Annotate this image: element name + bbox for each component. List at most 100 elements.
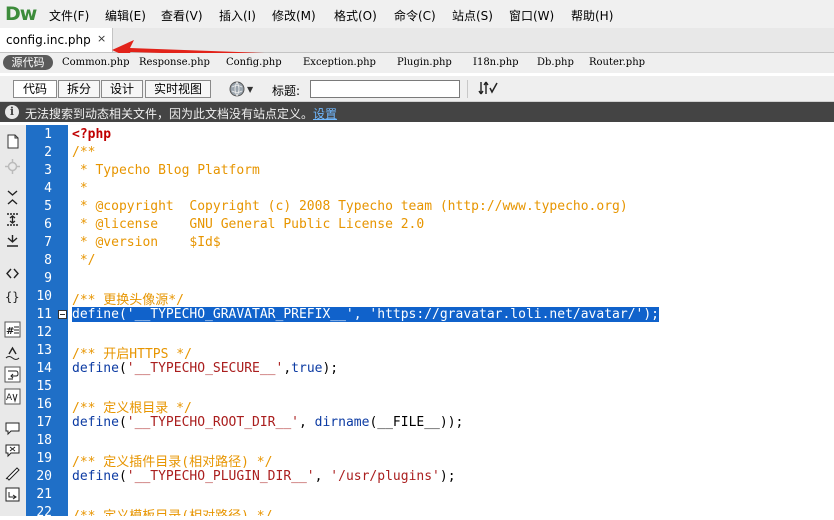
line-number: 15 <box>36 379 52 394</box>
code-line: * @version $Id$ <box>72 235 221 250</box>
code-token: * Typecho Blog Platform <box>72 163 260 178</box>
code-token: /** 定义模板目录(相对路径) */ <box>72 509 272 516</box>
line-numbers-icon[interactable]: # <box>4 321 21 338</box>
apply-comment-icon[interactable] <box>4 420 21 437</box>
svg-text:{}: {} <box>5 290 19 304</box>
line-number: 11 <box>36 307 52 322</box>
code-token: /** 开启HTTPS */ <box>72 347 192 362</box>
code-token: /** <box>72 145 96 160</box>
show-code-navigator-icon[interactable] <box>4 158 21 175</box>
code-token: /** 定义根目录 */ <box>72 401 192 416</box>
related-file-exception[interactable]: Exception.php <box>303 57 376 68</box>
chevron-down-icon[interactable]: ▼ <box>247 85 253 94</box>
code-token: '__TYPECHO_ROOT_DIR__' <box>126 415 299 430</box>
related-file-plugin[interactable]: Plugin.php <box>397 57 452 68</box>
line-number: 7 <box>44 235 52 250</box>
title-input[interactable] <box>310 80 460 98</box>
svg-text:#: # <box>6 326 14 337</box>
related-file-i18n[interactable]: I18n.php <box>473 57 519 68</box>
code-token: * <box>72 181 88 196</box>
menu-format[interactable]: 格式(O) <box>334 7 377 24</box>
svg-text:A: A <box>6 393 13 403</box>
coding-toolbar: {} # A <box>0 125 27 516</box>
line-number: 1 <box>44 127 52 142</box>
code-line: /** 定义插件目录(相对路径) */ <box>72 451 272 470</box>
line-number: 8 <box>44 253 52 268</box>
menu-edit[interactable]: 编辑(E) <box>105 7 146 24</box>
balance-braces-icon[interactable]: {} <box>4 288 21 305</box>
related-file-response[interactable]: Response.php <box>139 57 210 68</box>
code-line: /** 开启HTTPS */ <box>72 343 192 362</box>
line-number: 14 <box>36 361 52 376</box>
code-line: /** 定义模板目录(相对路径) */ <box>72 505 272 516</box>
code-token: ( <box>118 469 127 484</box>
menu-modify[interactable]: 修改(M) <box>272 7 316 24</box>
menu-bar: Dw 文件(F) 编辑(E) 查看(V) 插入(I) 修改(M) 格式(O) 命… <box>0 0 834 29</box>
code-line: /** <box>72 145 95 160</box>
menu-insert[interactable]: 插入(I) <box>219 7 256 24</box>
code-line: /** 定义根目录 */ <box>72 397 192 416</box>
wrap-tag-icon[interactable] <box>4 464 21 481</box>
related-file-config[interactable]: Config.php <box>226 57 282 68</box>
syntax-coloring-icon[interactable]: A <box>4 388 21 405</box>
menu-site[interactable]: 站点(S) <box>452 7 493 24</box>
menu-window[interactable]: 窗口(W) <box>509 7 554 24</box>
setup-link[interactable]: 设置 <box>313 107 337 121</box>
collapse-selection-icon[interactable] <box>4 211 21 228</box>
design-view-button[interactable]: 设计 <box>101 80 143 98</box>
live-view-button[interactable]: 实时视图 <box>145 80 211 98</box>
document-toolbar: 代码 拆分 设计 实时视图 ▼ 标题: <box>0 76 834 102</box>
code-token: * @version $Id$ <box>72 235 221 250</box>
recent-snippets-icon[interactable] <box>4 486 21 503</box>
open-documents-icon[interactable] <box>4 133 21 150</box>
collapse-full-tag-icon[interactable] <box>4 189 21 206</box>
line-number: 21 <box>36 487 52 502</box>
code-line: define('__TYPECHO_SECURE__',true); <box>72 361 338 376</box>
collapse-line-icon[interactable] <box>58 310 67 319</box>
code-token: , <box>283 361 292 376</box>
expand-all-icon[interactable] <box>4 233 21 250</box>
code-line: <?php <box>72 127 111 142</box>
info-message-text: 无法搜索到动态相关文件，因为此文档没有站点定义。 <box>25 107 314 121</box>
remove-comment-icon[interactable] <box>4 442 21 459</box>
code-token: define <box>72 415 119 430</box>
related-file-common[interactable]: Common.php <box>62 57 130 68</box>
line-number: 19 <box>36 451 52 466</box>
line-number: 6 <box>44 217 52 232</box>
code-editor[interactable]: <?php /** * Typecho Blog Platform * * @co… <box>68 125 834 516</box>
menu-file[interactable]: 文件(F) <box>49 7 89 24</box>
line-number: 3 <box>44 163 52 178</box>
file-management-icon[interactable] <box>478 79 498 97</box>
highlight-invalid-code-icon[interactable] <box>4 344 21 361</box>
code-token: dirname <box>314 415 370 430</box>
code-line: * Typecho Blog Platform <box>72 163 260 178</box>
line-number: 18 <box>36 433 52 448</box>
menu-view[interactable]: 查看(V) <box>161 7 203 24</box>
line-number: 20 <box>36 469 52 484</box>
code-line: * @license GNU General Public License 2.… <box>72 217 424 232</box>
code-token: <?php <box>72 127 112 142</box>
code-token: ); <box>322 361 339 376</box>
menu-help[interactable]: 帮助(H) <box>571 7 613 24</box>
document-tab[interactable]: config.inc.php × <box>0 28 113 52</box>
code-line: */ <box>72 253 96 268</box>
related-file-db[interactable]: Db.php <box>537 57 574 68</box>
close-icon[interactable]: × <box>97 32 106 45</box>
source-code-button[interactable]: 源代码 <box>3 55 53 70</box>
related-file-router[interactable]: Router.php <box>589 57 645 68</box>
toolbar-separator <box>467 80 468 98</box>
menu-commands[interactable]: 命令(C) <box>394 7 436 24</box>
select-parent-tag-icon[interactable] <box>4 265 21 282</box>
code-token: ); <box>439 469 456 484</box>
code-view-button[interactable]: 代码 <box>13 80 57 98</box>
code-line: * @copyright Copyright (c) 2008 Typecho … <box>72 199 628 214</box>
info-bar: i 无法搜索到动态相关文件，因为此文档没有站点定义。设置 <box>0 102 834 122</box>
split-view-button[interactable]: 拆分 <box>58 80 100 98</box>
word-wrap-icon[interactable] <box>4 366 21 383</box>
document-tab-label: config.inc.php <box>6 33 91 47</box>
code-token: /** 更换头像源*/ <box>72 293 184 308</box>
info-icon: i <box>5 105 19 119</box>
line-number: 17 <box>36 415 52 430</box>
code-token: true <box>291 361 323 376</box>
preview-in-browser-icon[interactable] <box>229 81 245 97</box>
